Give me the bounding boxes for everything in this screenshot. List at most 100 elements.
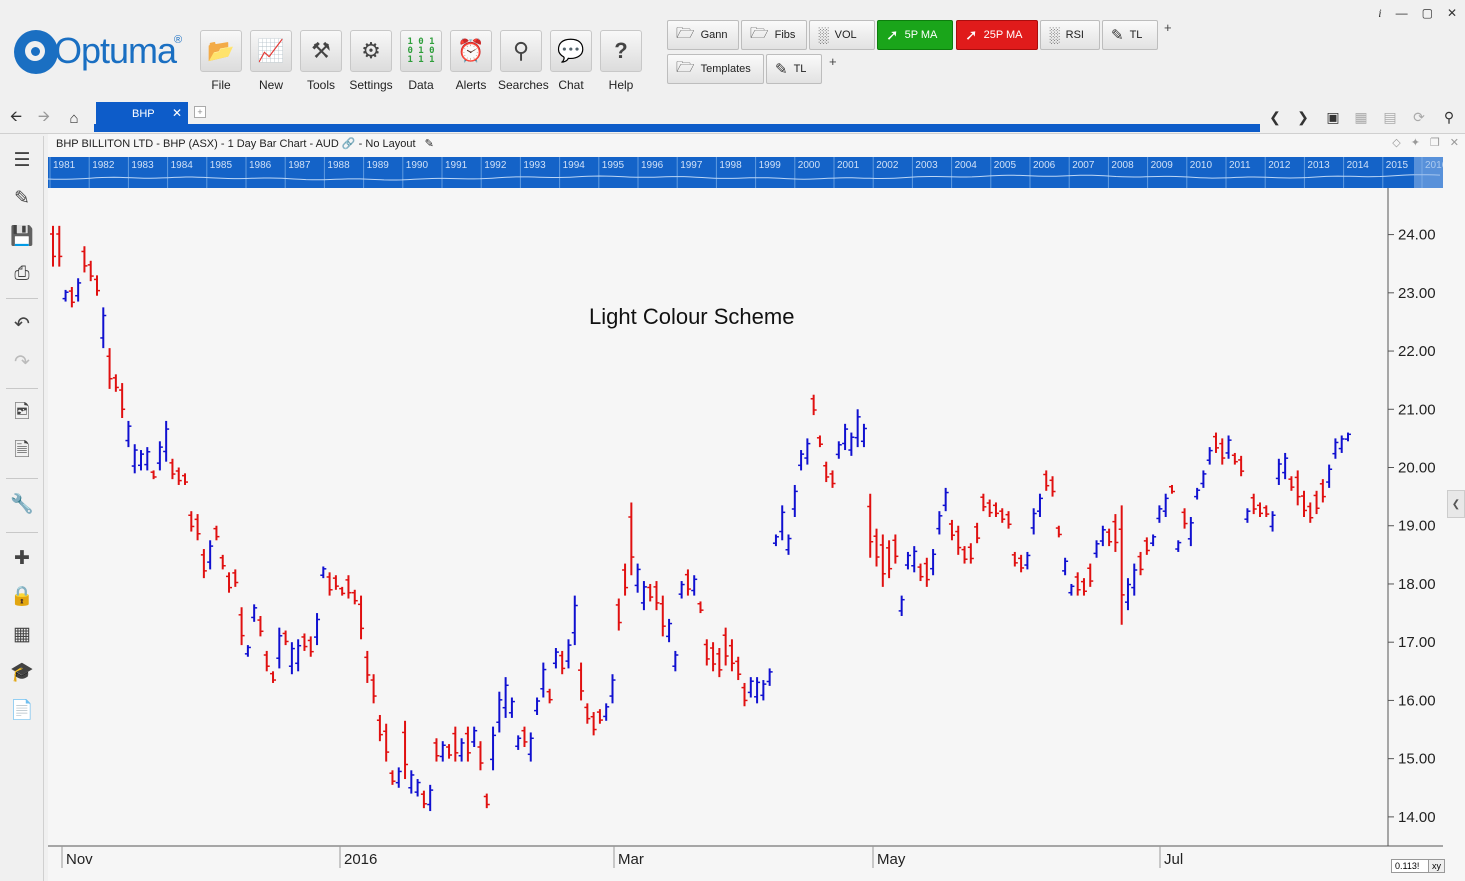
overview-year-label: 2015 <box>1386 160 1409 171</box>
chat-button[interactable]: 💬 Chat <box>548 30 594 92</box>
help-button[interactable]: ? Help <box>598 30 644 92</box>
alerts-label: Alerts <box>455 78 487 92</box>
overview-year-label: 1997 <box>680 160 703 171</box>
tools-button[interactable]: ⚒ Tools <box>298 30 344 92</box>
gann-button[interactable]: 🗁 Gann <box>667 20 739 50</box>
undo-icon[interactable]: ↶ <box>5 308 39 340</box>
overview-window[interactable] <box>1414 157 1443 188</box>
tl-button[interactable]: ✎ TL <box>1102 20 1158 50</box>
overview-year-label: 2002 <box>876 160 899 171</box>
x-tick-label: May <box>877 851 906 868</box>
tools-label: Tools <box>306 78 335 92</box>
add-quick-button[interactable]: + <box>1164 20 1172 35</box>
print-icon[interactable]: ⎙ <box>5 258 39 290</box>
back-arrow-icon[interactable]: 🡨 <box>4 106 28 130</box>
restore-icon[interactable]: ❐ <box>1430 136 1440 149</box>
lock-icon[interactable]: 🔒 <box>5 580 39 612</box>
chevron-left-icon[interactable]: ❮ <box>1262 104 1288 130</box>
5p-ma-button[interactable]: ➚ 5P MA <box>877 20 953 50</box>
link-icon[interactable]: 🔗 <box>342 138 359 150</box>
overview-year-label: 2003 <box>915 160 938 171</box>
alarm-clock-icon: ⏰ <box>450 30 492 72</box>
add-tab-button[interactable]: + <box>194 106 206 118</box>
binary-data-icon: 1 0 1 0 1 0 1 1 1 <box>400 30 442 72</box>
collapse-right-icon[interactable]: ❮ <box>1447 490 1465 518</box>
tab-close-icon[interactable]: ✕ <box>172 106 182 120</box>
overview-strip[interactable]: 1981 1982 1983 1984 1985 1986 1987 1988 1989 1990… <box>48 157 1443 188</box>
new-button[interactable]: 📈 New <box>248 30 294 92</box>
25p-ma-button[interactable]: ➚ 25P MA <box>956 20 1038 50</box>
fibs-label: Fibs <box>774 29 796 41</box>
chart-annotation[interactable]: Light Colour Scheme <box>589 304 794 329</box>
add-quick-button-2[interactable]: + <box>829 54 837 69</box>
optuma-logo: Optuma ® <box>14 28 189 74</box>
overview-year-label: 1985 <box>210 160 233 171</box>
folder-icon: 🗁 <box>676 24 695 42</box>
home-icon[interactable]: ⌂ <box>62 106 86 130</box>
layout-icon[interactable]: ▣ <box>1320 104 1346 130</box>
close-icon[interactable]: ✕ <box>1450 136 1459 149</box>
overview-year-label: 1992 <box>484 160 507 171</box>
chart-image-icon[interactable]: 🖻 <box>5 398 39 430</box>
searches-button[interactable]: ⚲ Searches <box>498 30 549 92</box>
gann-label: Gann <box>700 29 728 41</box>
outline-icon[interactable]: ☰ <box>5 144 39 176</box>
save-icon[interactable]: 💾 <box>5 220 39 252</box>
forward-arrow-icon[interactable]: 🡪 <box>32 106 56 130</box>
xy-label[interactable]: xy <box>1428 860 1444 872</box>
chevron-right-icon[interactable]: ❯ <box>1290 104 1316 130</box>
templates-button[interactable]: 🗁 Templates <box>667 54 764 84</box>
refresh-icon[interactable]: ⟳ <box>1406 104 1432 130</box>
overview-year-label: 1996 <box>641 160 664 171</box>
document-icon[interactable]: 📄 <box>5 694 39 726</box>
question-icon: ? <box>600 30 642 72</box>
overview-year-label: 1991 <box>445 160 468 171</box>
settings-button[interactable]: ⚙ Settings <box>348 30 394 92</box>
maximize-icon[interactable]: ▢ <box>1422 6 1433 21</box>
rsi-button[interactable]: ░ RSI <box>1040 20 1100 50</box>
plot-area <box>48 188 1388 846</box>
overview-year-label: 1987 <box>288 160 311 171</box>
tab-bhp[interactable]: BHP ✕ <box>96 102 188 125</box>
pencil-icon[interactable]: ✎ <box>425 138 434 150</box>
diamond-icon[interactable]: ◇ <box>1392 136 1400 149</box>
data-button[interactable]: 1 0 1 0 1 0 1 1 1 Data <box>398 30 444 92</box>
bar-chart-icon: ░ <box>1049 26 1060 44</box>
file-button[interactable]: 📂 File <box>198 30 244 92</box>
pin-icon[interactable]: ✦ <box>1411 136 1420 149</box>
file-label: File <box>211 78 231 92</box>
search-icon[interactable]: ⚲ <box>1436 104 1462 130</box>
alerts-button[interactable]: ⏰ Alerts <box>448 30 494 92</box>
grid-icon[interactable]: ▦ <box>5 618 39 650</box>
info-icon[interactable]: i <box>1378 6 1381 21</box>
y-tick-label: 24.00 <box>1398 227 1436 244</box>
fibs-button[interactable]: 🗁 Fibs <box>741 20 807 50</box>
minimize-icon[interactable]: — <box>1396 6 1408 21</box>
overview-year-label: 2001 <box>837 160 860 171</box>
chart-tool-icon[interactable]: ✎ <box>5 182 39 214</box>
redo-icon[interactable]: ↷ <box>5 346 39 378</box>
crosshair-icon[interactable]: ✚ <box>5 542 39 574</box>
grid-icon[interactable]: ▦ <box>1348 104 1374 130</box>
vol-button[interactable]: ░ VOL <box>809 20 875 50</box>
overview-year-label: 2000 <box>798 160 821 171</box>
wrench-icon[interactable]: 🔧 <box>5 488 39 520</box>
y-tick-label: 17.00 <box>1398 634 1436 651</box>
tl-button-2[interactable]: ✎ TL <box>766 54 822 84</box>
overview-year-label: 1984 <box>171 160 194 171</box>
layout-alt-icon[interactable]: ▤ <box>1377 104 1403 130</box>
chart-title-text: BHP BILLITON LTD - BHP (ASX) - 1 Day Bar… <box>56 138 339 150</box>
overview-year-label: 1998 <box>719 160 742 171</box>
new-page-icon: 📈 <box>250 30 292 72</box>
chat-label: Chat <box>558 78 584 92</box>
overview-year-label: 2012 <box>1268 160 1291 171</box>
overview-year-label: 2004 <box>955 160 978 171</box>
folder-icon: 🗁 <box>750 24 769 42</box>
education-icon[interactable]: 🎓 <box>5 656 39 688</box>
overview-year-label: 2007 <box>1072 160 1095 171</box>
xy-value: 0.113! <box>1395 861 1420 871</box>
download-icon[interactable]: 🗎 <box>5 436 39 468</box>
price-chart[interactable]: 24.00 23.00 22.00 21.00 20.00 19.00 18.00 17.00… <box>48 188 1465 881</box>
close-icon[interactable]: ✕ <box>1447 6 1457 21</box>
search-icon: ⚲ <box>500 30 542 72</box>
